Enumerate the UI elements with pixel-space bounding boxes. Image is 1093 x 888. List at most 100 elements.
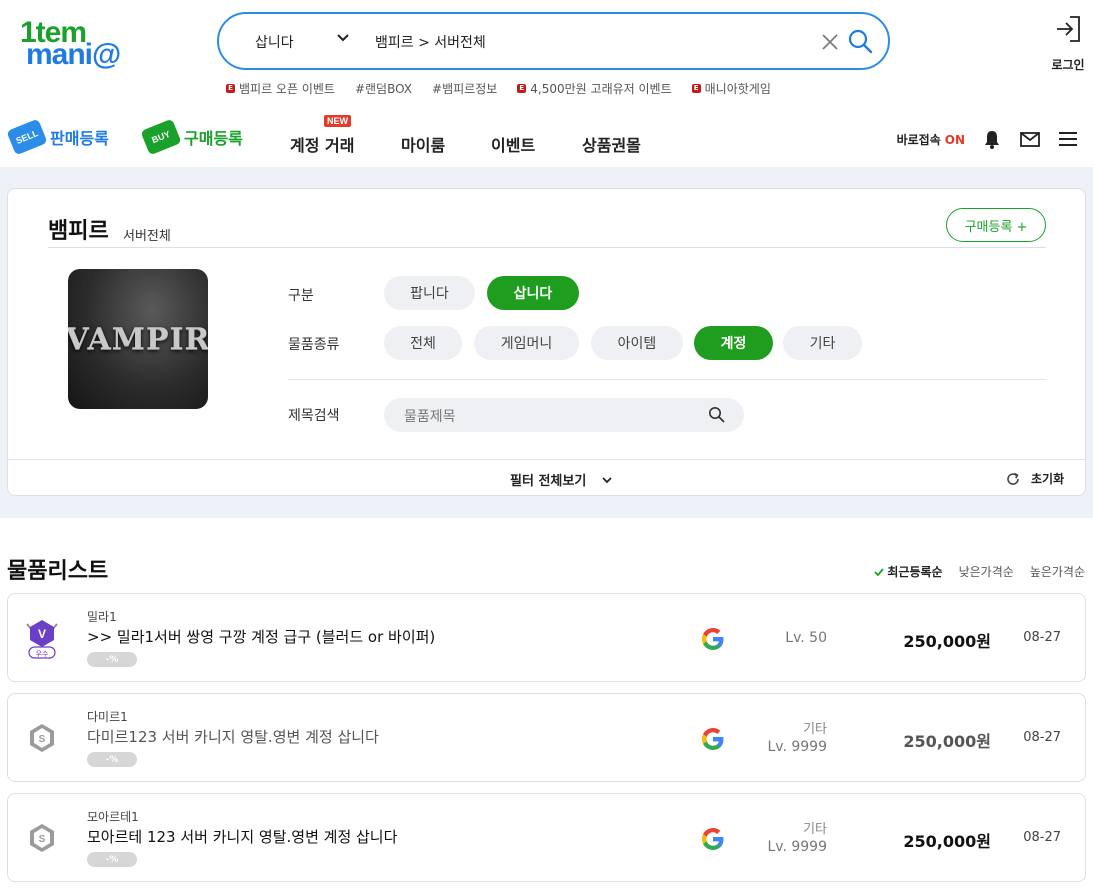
bell-icon[interactable]: [981, 128, 1003, 150]
item-server: 밀라1: [87, 610, 117, 624]
nav-buy-label: 구매등록: [184, 129, 243, 148]
hot-link-label: #뱀피르정보: [432, 82, 498, 96]
reset-label: 초기화: [1031, 472, 1065, 486]
excellent-seller-badge-icon: V 우수: [26, 620, 58, 659]
badge-letter: S: [39, 734, 46, 745]
type-filter-label: 구분: [288, 288, 314, 304]
chip-etc[interactable]: 기타: [783, 326, 862, 360]
mail-icon[interactable]: [1019, 128, 1041, 150]
chevron-down-icon: [602, 476, 612, 483]
table-row[interactable]: V 우수 밀라1 >> 밀라1서버 쌍영 구깡 계정 급구 (블러드 or 바이퍼) -…: [7, 593, 1086, 682]
google-icon: [700, 826, 726, 852]
item-percent-badge: -%: [87, 752, 137, 767]
item-title[interactable]: 모아르테 123 서버 카니지 영탈.영변 계정 삽니다: [87, 826, 397, 847]
silver-seller-badge-icon: S: [30, 824, 54, 852]
buy-register-button[interactable]: 구매등록 +: [946, 208, 1046, 242]
item-title[interactable]: >> 밀라1서버 쌍영 구깡 계정 급구 (블러드 or 바이퍼): [87, 626, 435, 647]
chip-all[interactable]: 전체: [384, 326, 462, 360]
item-price: 250,000원: [903, 732, 991, 751]
server-label: 서버전체: [123, 229, 171, 244]
chevron-down-icon[interactable]: [335, 30, 351, 46]
quick-connect-toggle[interactable]: 바로접속 ON: [897, 131, 965, 148]
divider: [288, 379, 1046, 380]
item-date: 08-27: [1023, 730, 1061, 745]
title-search-placeholder: 물품제목: [404, 409, 456, 425]
event-badge-icon: E: [517, 84, 527, 93]
event-badge-icon: E: [226, 84, 235, 93]
nav-account-trade[interactable]: NEW 계정 거래: [290, 115, 354, 156]
item-server: 다미르1: [87, 710, 128, 724]
item-price: 250,000원: [903, 632, 991, 651]
divider: [8, 459, 1085, 460]
table-row[interactable]: S 다미르1 다미르123 서버 카니지 영탈.영변 계정 삽니다 -% 기타 Lv. 9…: [7, 693, 1086, 782]
badge-text: 우수: [36, 650, 49, 658]
hot-link-label: 4,500만원 고래유저 이벤트: [530, 82, 672, 96]
nav-giftcard[interactable]: 상품권몰: [582, 132, 641, 156]
hot-links: E 뱀피르 오픈 이벤트 #랜덤BOX #뱀피르정보 E 4,500만원 고래유저 이벤트…: [226, 80, 771, 97]
game-thumbnail-logo: VAMPIR: [68, 321, 208, 357]
sort-options: 최근등록순 낮은가격순 높은가격순: [873, 563, 1085, 580]
site-logo[interactable]: 1tem mani@: [20, 18, 160, 72]
nav-sell-label: 판매등록: [50, 129, 109, 148]
nav-sell-register[interactable]: SELL 판매등록: [6, 118, 109, 156]
buy-tag-icon: BUY: [140, 118, 182, 156]
chip-sell[interactable]: 팝니다: [384, 276, 475, 310]
chip-account[interactable]: 계정: [694, 326, 773, 360]
main-nav: SELL 판매등록 BUY 구매등록 NEW 계정 거래 마이룸 이벤트 상품권…: [0, 115, 1093, 166]
sort-recent[interactable]: 최근등록순: [873, 563, 943, 580]
search-box: 삽니다 뱀피르 > 서버전체: [217, 12, 890, 70]
hot-link[interactable]: #랜덤BOX: [355, 80, 412, 97]
sort-high-price[interactable]: 높은가격순: [1030, 563, 1085, 580]
sort-recent-label: 최근등록순: [887, 565, 943, 579]
chip-game-money[interactable]: 게임머니: [474, 326, 579, 360]
login-label: 로그인: [1051, 58, 1085, 72]
sort-low-price[interactable]: 낮은가격순: [959, 563, 1014, 580]
view-all-filters-label: 필터 전체보기: [510, 474, 587, 489]
event-badge-icon: E: [691, 84, 701, 93]
reset-button[interactable]: 초기화: [1005, 470, 1064, 487]
hot-link[interactable]: E 4,500만원 고래유저 이벤트: [517, 80, 672, 97]
item-percent-badge: -%: [87, 852, 137, 867]
search-input[interactable]: 뱀피르 > 서버전체: [375, 32, 486, 52]
item-level: Lv. 50: [785, 630, 827, 646]
item-title[interactable]: 다미르123 서버 카니지 영탈.영변 계정 삽니다: [87, 726, 379, 747]
item-percent-badge: -%: [87, 652, 137, 667]
login-button[interactable]: 로그인: [1044, 14, 1092, 73]
divider: [48, 247, 1046, 248]
title-search-label: 제목검색: [288, 408, 340, 424]
search-type-select[interactable]: 삽니다: [255, 32, 294, 52]
game-thumbnail: VAMPIR: [68, 269, 208, 409]
title-search-input[interactable]: 물품제목: [384, 398, 744, 432]
header: 1tem mani@ 삽니다 뱀피르 > 서버전체 E 뱀피르 오픈 이벤트 #랜덤…: [0, 0, 1093, 105]
google-icon: [700, 726, 726, 752]
chip-item[interactable]: 아이템: [591, 326, 683, 360]
item-level: Lv. 9999: [767, 839, 827, 855]
clear-icon[interactable]: [820, 32, 840, 52]
nav-utilities: 바로접속 ON: [897, 128, 1079, 150]
item-category: 기타: [803, 822, 827, 837]
quick-connect-label: 바로접속: [896, 132, 941, 147]
menu-icon[interactable]: [1057, 128, 1079, 150]
search-icon[interactable]: [847, 28, 873, 54]
item-price: 250,000원: [903, 832, 991, 851]
item-date: 08-27: [1023, 830, 1061, 845]
hot-link[interactable]: #뱀피르정보: [432, 80, 497, 97]
refresh-icon: [1007, 472, 1019, 485]
hot-link-label: #랜덤BOX: [354, 82, 413, 96]
nav-event[interactable]: 이벤트: [491, 132, 535, 156]
game-title: 뱀피르: [48, 219, 109, 244]
chip-buy[interactable]: 삽니다: [487, 276, 579, 310]
list-title: 물품리스트: [7, 559, 109, 584]
hot-link-label: 뱀피르 오픈 이벤트: [239, 82, 335, 96]
search-icon[interactable]: [708, 406, 725, 423]
hot-link[interactable]: E 뱀피르 오픈 이벤트: [226, 80, 335, 97]
nav-myroom[interactable]: 마이룸: [401, 132, 445, 156]
view-all-filters-button[interactable]: 필터 전체보기: [510, 470, 614, 489]
nav-buy-register[interactable]: BUY 구매등록: [140, 118, 243, 156]
hot-link-label: 매니아핫게임: [704, 82, 771, 96]
table-row[interactable]: S 모아르테1 모아르테 123 서버 카니지 영탈.영변 계정 삽니다 -% 기타 Lv…: [7, 793, 1086, 882]
item-level: Lv. 9999: [767, 739, 827, 755]
category-filter-label: 물품종류: [288, 337, 340, 353]
quick-connect-state: ON: [944, 132, 965, 147]
hot-link[interactable]: E 매니아핫게임: [691, 80, 771, 97]
